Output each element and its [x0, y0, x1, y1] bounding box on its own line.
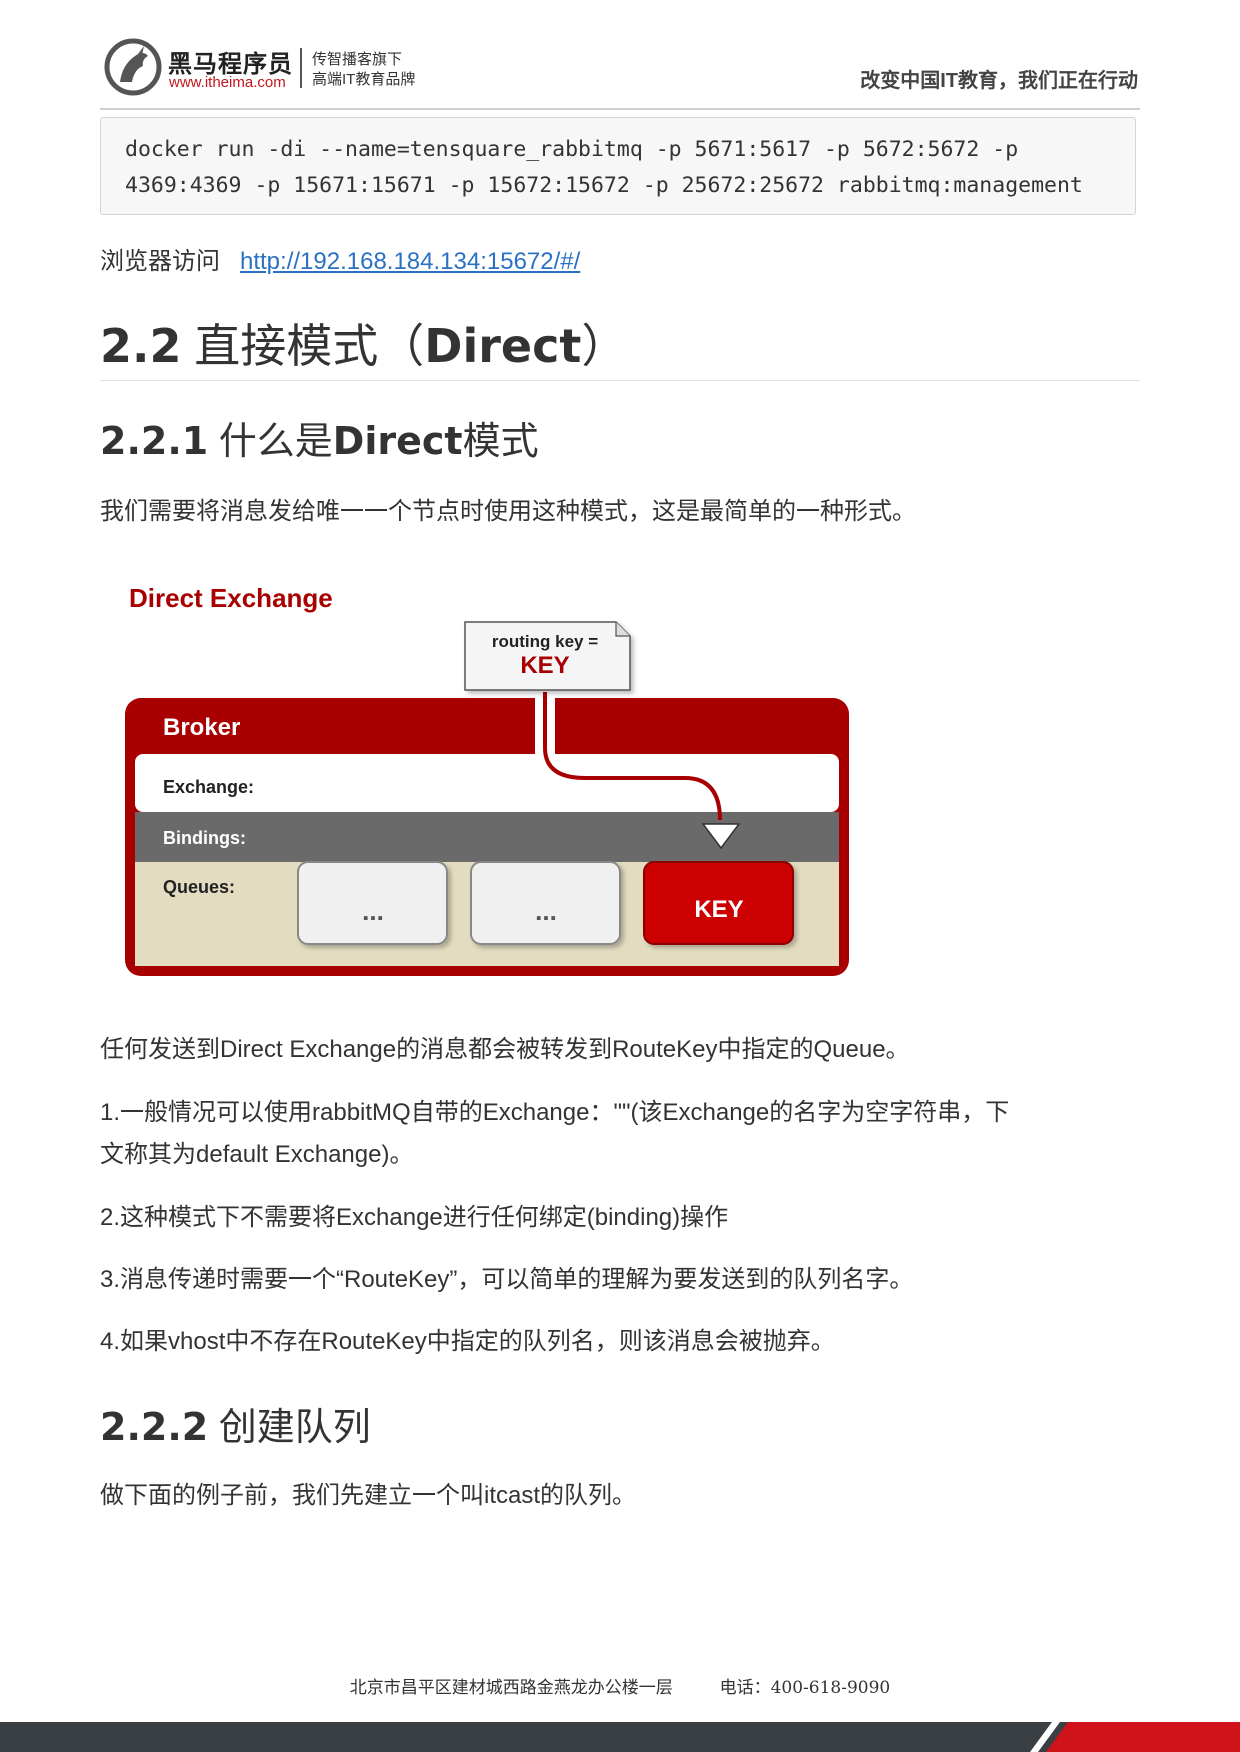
- page-header: 黑马程序员 www.itheima.com 传智播客旗下 高端IT教育品牌 改变…: [100, 38, 1140, 110]
- routing-key-value: KEY: [520, 652, 569, 679]
- diagram-title: Direct Exchange: [129, 583, 333, 613]
- section-number: 2.2: [100, 319, 182, 373]
- create-queue-paragraph: 做下面的例子前，我们先建立一个叫itcast的队列。: [100, 1482, 637, 1509]
- footer-address: 北京市昌平区建材城西路金燕龙办公楼一层: [349, 1678, 673, 1698]
- queues-label: Queues:: [163, 877, 235, 897]
- code-line-1: docker run -di --name=tensquare_rabbitmq…: [125, 137, 1019, 162]
- direct-exchange-diagram: Direct Exchange Broker Exchange: Binding…: [125, 583, 849, 976]
- code-block: docker run -di --name=tensquare_rabbitmq…: [100, 117, 1136, 215]
- header-slogan: 改变中国IT教育，我们正在行动: [860, 70, 1138, 92]
- subsection-2-number: 2.2.2: [100, 1405, 209, 1449]
- browser-access-label: 浏览器访问: [100, 248, 220, 275]
- footer-bar: [0, 1722, 1240, 1752]
- section-heading: 2.2 直接模式（Direct）: [100, 310, 627, 376]
- brand-url: www.itheima.com: [169, 74, 286, 91]
- subsection-2-title: 创建队列: [218, 1407, 371, 1449]
- subsection-1-prefix: 什么是: [218, 421, 333, 463]
- footer-text: 北京市昌平区建材城西路金燕龙办公楼一层 电话：400-618-9090: [0, 1673, 1240, 1698]
- paragraph-point-2: 2.这种模式下不需要将Exchange进行任何绑定(binding)操作: [100, 1204, 729, 1231]
- subsection-1-suffix: 模式: [462, 421, 539, 463]
- paragraph-point-1-line-1: 1.一般情况可以使用rabbitMQ自带的Exchange：""(该Exchan…: [100, 1099, 1010, 1126]
- subsection-heading-1: 2.2.1 什么是Direct模式: [100, 410, 539, 465]
- paragraph-direct-exchange: 任何发送到Direct Exchange的消息都会被转发到RouteKey中指定…: [100, 1036, 910, 1063]
- section-title-suffix: ）: [581, 320, 628, 372]
- subsection-1-number: 2.2.1: [100, 419, 209, 463]
- brand-separator: [300, 48, 302, 88]
- exchange-label: Exchange:: [163, 777, 254, 797]
- section-title-prefix: 直接模式（: [194, 320, 425, 372]
- footer-phone: 电话：400-618-9090: [719, 1678, 891, 1698]
- note-fold-icon: [615, 622, 630, 637]
- bindings-label: Bindings:: [163, 828, 246, 848]
- paragraph-point-4: 4.如果vhost中不存在RouteKey中指定的队列名，则该消息会被抛弃。: [100, 1328, 835, 1355]
- brand-subtitle-2: 高端IT教育品牌: [312, 71, 416, 88]
- brand-subtitle-1: 传智播客旗下: [312, 51, 403, 68]
- routing-key-label: routing key =: [492, 632, 598, 651]
- paragraph-point-1-line-2: 文称其为default Exchange)。: [100, 1141, 414, 1168]
- subsection-1-bold: Direct: [332, 419, 463, 463]
- subsection-heading-2: 2.2.2 创建队列: [100, 1396, 371, 1451]
- horse-logo-icon: [104, 38, 162, 96]
- queue-2-label: ...: [535, 896, 557, 926]
- intro-paragraph: 我们需要将消息发给唯一一个节点时使用这种模式，这是最简单的一种形式。: [100, 498, 916, 525]
- paragraph-point-3: 3.消息传递时需要一个“RouteKey”，可以简单的理解为要发送到的队列名字。: [100, 1266, 914, 1293]
- section-title-bold: Direct: [424, 319, 582, 373]
- management-url-link[interactable]: http://192.168.184.134:15672/#/: [240, 248, 580, 275]
- broker-label: Broker: [163, 714, 240, 741]
- browser-access: 浏览器访问 http://192.168.184.134:15672/#/: [100, 246, 580, 278]
- queue-key-label: KEY: [694, 896, 743, 923]
- queue-1-label: ...: [362, 896, 384, 926]
- code-line-2: 4369:4369 -p 15671:15671 -p 15672:15672 …: [125, 173, 1083, 198]
- section-divider: [100, 380, 1140, 381]
